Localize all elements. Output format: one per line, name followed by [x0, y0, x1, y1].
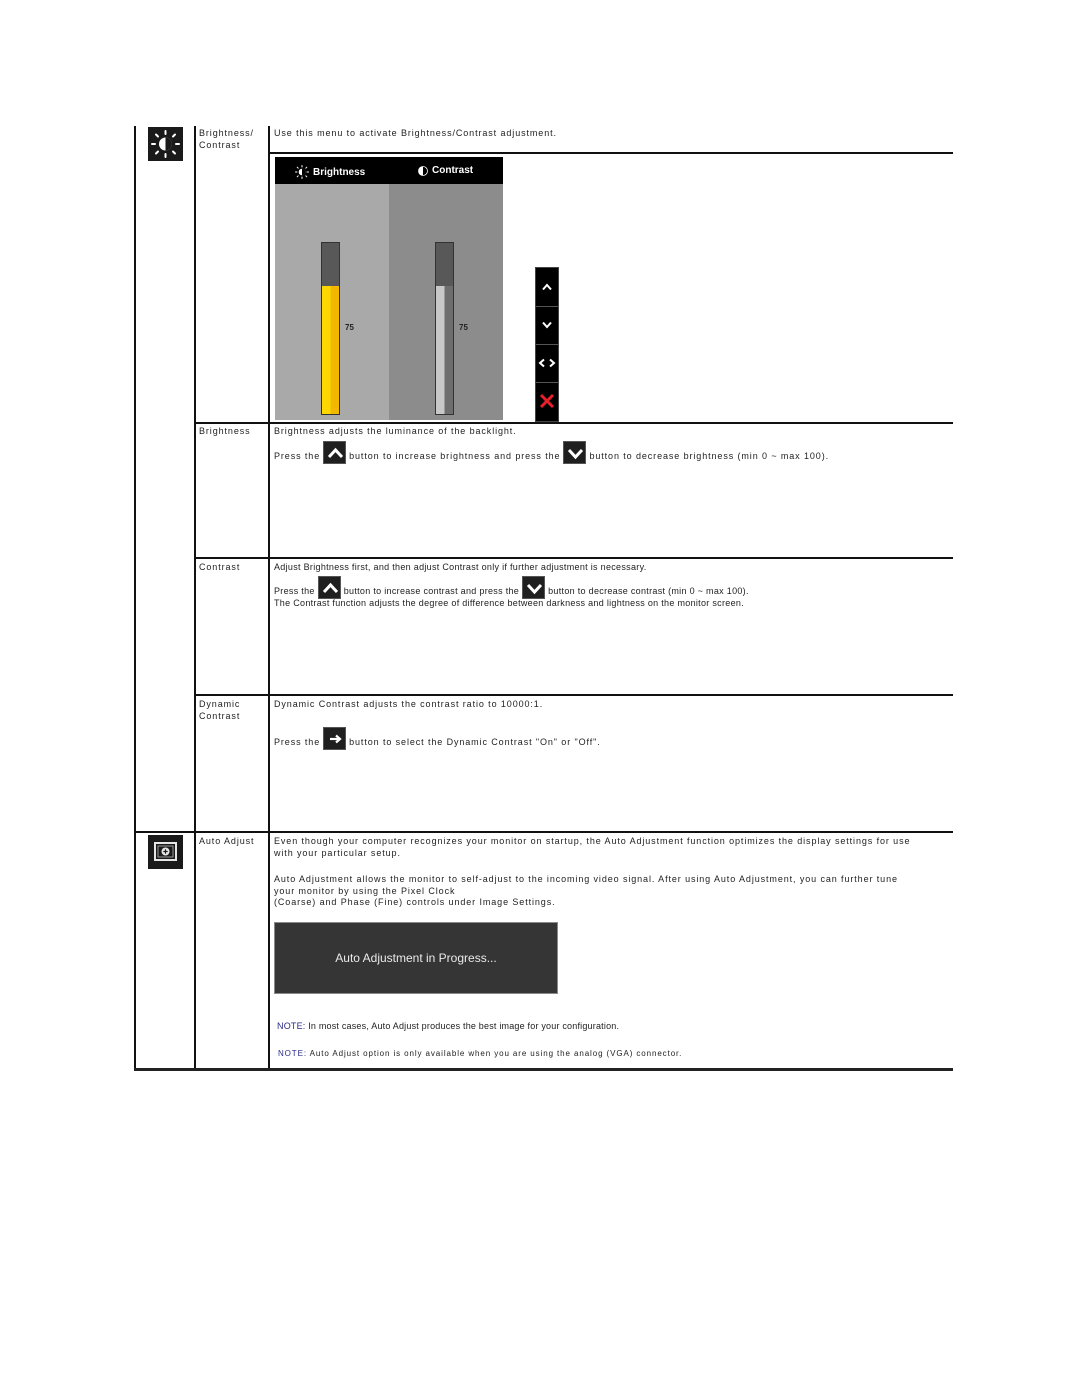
osd-brightness-contrast-menu: Brightness Contrast 75 75: [275, 157, 503, 420]
dynamic-contrast-instructions: Press the button to select the Dynamic Co…: [274, 727, 601, 750]
down-button-icon: [522, 576, 546, 599]
section-label-brightness-contrast: Brightness/ Contrast: [199, 128, 254, 151]
row-divider: [134, 831, 953, 833]
osd-header: Brightness Contrast: [275, 157, 503, 184]
up-icon: [542, 283, 552, 291]
row-label-dynamic-contrast: Dynamic Contrast: [199, 699, 240, 722]
label-line: Brightness/: [199, 128, 254, 138]
auto-adjust-para2: Auto Adjustment allows the monitor to se…: [274, 874, 898, 909]
text-line: (Coarse) and Phase (Fine) controls under…: [274, 897, 556, 907]
text: Press the: [274, 451, 321, 461]
row-divider: [194, 694, 953, 696]
down-icon: [542, 321, 552, 329]
label-line: Contrast: [199, 139, 241, 150]
osd-exit-button[interactable]: [536, 382, 558, 420]
note-text: Auto Adjust option is only available whe…: [306, 1049, 683, 1058]
contrast-slider-fill: [436, 286, 453, 414]
osd-tab-label: Brightness: [313, 166, 366, 178]
table-border-col2: [268, 126, 270, 1071]
brightness-slider-fill: [322, 286, 339, 414]
contrast-instructions: Press the button to increase contrast and…: [274, 576, 749, 599]
sun-icon: [295, 165, 309, 179]
table-border-left: [134, 126, 136, 1071]
note-text: In most cases, Auto Adjust produces the …: [305, 1021, 620, 1031]
contrast-value: 75: [459, 323, 468, 332]
right-arrow-button-icon: [323, 727, 347, 750]
brightness-description: Brightness adjusts the luminance of the …: [274, 426, 517, 436]
osd-up-button[interactable]: [536, 268, 558, 307]
text-line: with your particular setup.: [274, 847, 401, 858]
contrast-slider[interactable]: [435, 242, 454, 415]
text-line: Auto Adjustment allows the monitor to se…: [274, 874, 898, 884]
text: Press the: [274, 586, 315, 596]
row-label-auto-adjust: Auto Adjust: [199, 836, 255, 846]
row-label-brightness: Brightness: [199, 426, 251, 436]
label-line: Contrast: [199, 710, 241, 721]
text: Press the: [274, 737, 321, 747]
osd-tab-contrast[interactable]: Contrast: [418, 165, 473, 176]
row-divider: [194, 557, 953, 559]
auto-adjust-para1: Even though your computer recognizes you…: [274, 836, 910, 859]
osd-side-buttons: [535, 267, 559, 422]
text-line: your monitor by using the Pixel Clock: [274, 885, 456, 896]
dynamic-contrast-description: Dynamic Contrast adjusts the contrast ra…: [274, 699, 544, 709]
auto-adjust-icon: [148, 835, 183, 869]
section-description: Use this menu to activate Brightness/Con…: [274, 128, 557, 138]
progress-text: Auto Adjustment in Progress...: [335, 951, 497, 965]
osd-tab-label: Contrast: [432, 165, 474, 176]
brightness-contrast-icon: [148, 127, 183, 161]
contrast-description: Adjust Brightness first, and then adjust…: [274, 562, 647, 572]
text: button to decrease brightness (min 0 ~ m…: [589, 451, 829, 461]
contrast-icon: [418, 165, 428, 176]
row-divider: [194, 422, 953, 424]
brightness-value: 75: [345, 323, 354, 332]
up-button-icon: [323, 441, 347, 464]
up-button-icon: [317, 576, 341, 599]
note-1: NOTE: In most cases, Auto Adjust produce…: [277, 1021, 619, 1031]
text: button to decrease contrast (min 0 ~ max…: [548, 586, 749, 596]
down-button-icon: [563, 441, 587, 464]
left-right-icon: [538, 358, 556, 368]
osd-down-button[interactable]: [536, 306, 558, 345]
brightness-slider[interactable]: [321, 242, 340, 415]
table-border-col1: [194, 126, 196, 1071]
auto-adjust-progress-dialog: Auto Adjustment in Progress...: [274, 922, 558, 994]
brightness-instructions: Press the button to increase brightness a…: [274, 441, 829, 464]
table-border-bottom: [134, 1068, 953, 1071]
contrast-detail: The Contrast function adjusts the degree…: [274, 598, 744, 608]
note-label: NOTE:: [277, 1021, 306, 1031]
note-2: NOTE: Auto Adjust option is only availab…: [278, 1049, 682, 1058]
row-label-contrast: Contrast: [199, 562, 241, 572]
text: button to increase contrast and press th…: [343, 586, 520, 596]
text-line: Even though your computer recognizes you…: [274, 836, 911, 846]
osd-tab-brightness[interactable]: Brightness: [295, 165, 365, 179]
note-label: NOTE:: [278, 1049, 307, 1058]
document-page: Brightness/ Contrast Use this menu to ac…: [0, 0, 1080, 1397]
osd-brightness-panel: 75: [275, 184, 389, 420]
close-icon: [539, 393, 555, 409]
text: button to increase brightness and press …: [349, 451, 561, 461]
text: button to select the Dynamic Contrast "O…: [349, 737, 601, 747]
osd-select-button[interactable]: [536, 344, 558, 383]
osd-contrast-panel: 75: [389, 184, 503, 420]
label-line: Dynamic: [199, 699, 241, 709]
row-divider: [268, 152, 953, 154]
